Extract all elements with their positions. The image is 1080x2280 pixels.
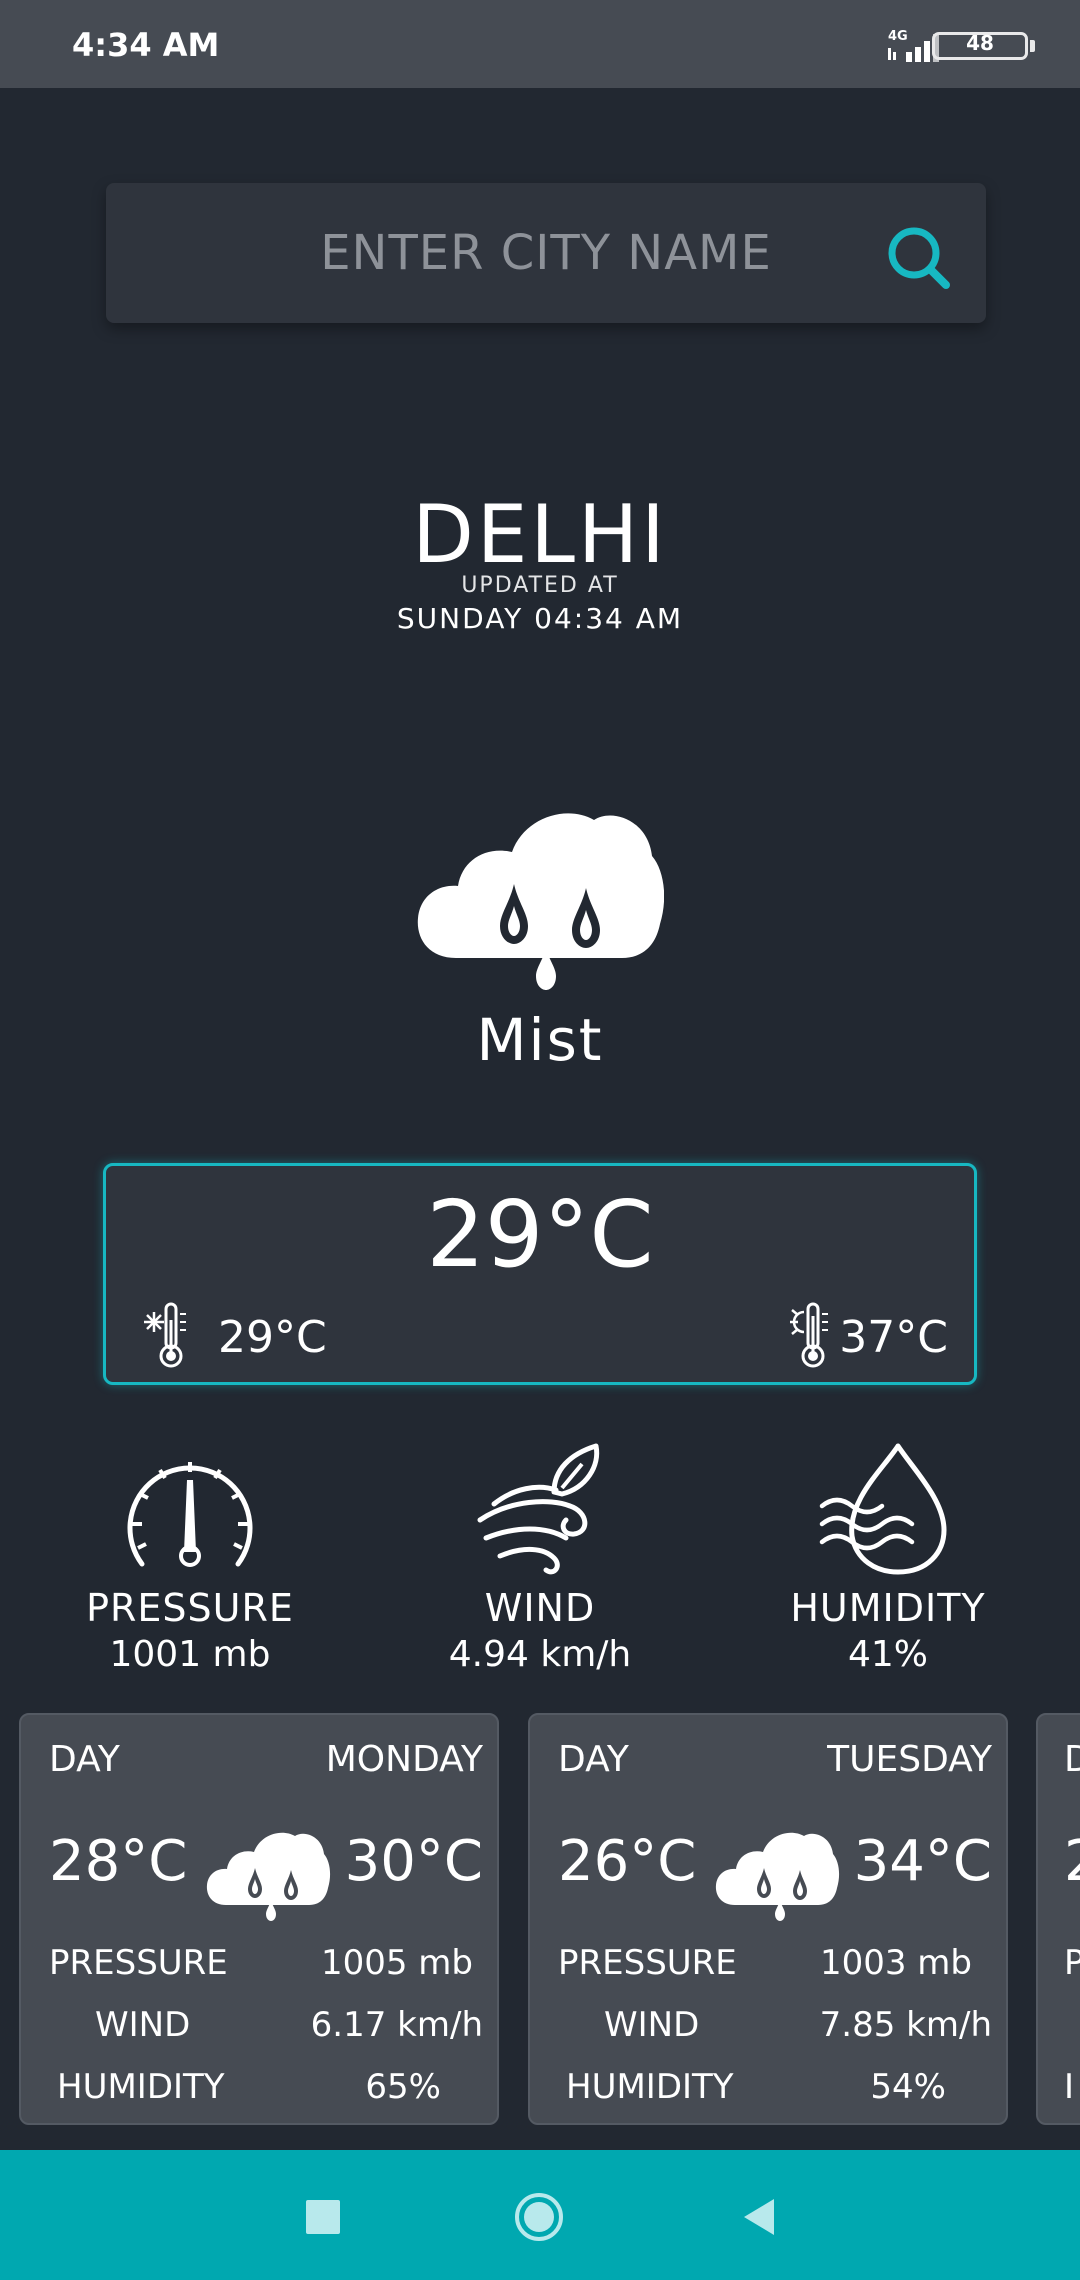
cloud-rain-icon xyxy=(206,1832,331,1921)
battery-level: 48 xyxy=(966,31,994,55)
humidity-label: HUMIDITY xyxy=(790,1586,986,1630)
cloud-rain-icon xyxy=(715,1832,840,1921)
forecast-max-temp: 30°C xyxy=(344,1829,483,1894)
navigation-bar xyxy=(0,2150,1080,2280)
home-icon[interactable] xyxy=(512,2190,566,2244)
min-temperature: 29°C xyxy=(218,1312,327,1363)
back-icon[interactable] xyxy=(734,2190,788,2244)
forecast-pressure-value: 1003 mb xyxy=(819,1943,972,1983)
forecast-day-label: DAY xyxy=(558,1739,629,1780)
city-search-input[interactable] xyxy=(106,183,986,323)
pressure-metric: PRESSURE 1001 mb xyxy=(60,1440,320,1675)
forecast-day-label: D xyxy=(1064,1739,1080,1780)
current-temperature: 29°C xyxy=(426,1181,654,1288)
updated-time: SUNDAY 04:34 AM xyxy=(396,602,684,635)
forecast-humidity-label: HUMIDITY xyxy=(566,2067,734,2107)
gauge-icon xyxy=(127,1462,253,1567)
forecast-humidity-label: I xyxy=(1064,2067,1075,2107)
humidity-icon xyxy=(819,1443,947,1575)
forecast-pressure-value: 1005 mb xyxy=(320,1943,473,1983)
battery-icon: 48 xyxy=(932,31,1036,60)
forecast-card-partial[interactable]: D 2 P I xyxy=(1036,1713,1080,2125)
forecast-list[interactable]: DAY MONDAY 28°C 30°C PRESSURE 1005 mb WI… xyxy=(0,1713,1080,2125)
forecast-pressure-label: P xyxy=(1064,1943,1080,1983)
forecast-wind-label: WIND xyxy=(604,2005,700,2045)
forecast-humidity-value: 54% xyxy=(870,2067,946,2107)
recent-apps-icon[interactable] xyxy=(296,2190,350,2244)
forecast-day-label: DAY xyxy=(49,1739,120,1780)
forecast-wind-label: WIND xyxy=(95,2005,191,2045)
forecast-humidity-label: HUMIDITY xyxy=(57,2067,225,2107)
forecast-min-temp: 2 xyxy=(1064,1829,1080,1894)
wind-value: 4.94 km/h xyxy=(448,1634,632,1675)
forecast-day-name: MONDAY xyxy=(325,1739,483,1780)
forecast-wind-value: 6.17 km/h xyxy=(310,2005,483,2045)
cloud-rain-icon xyxy=(417,813,664,990)
forecast-max-temp: 34°C xyxy=(853,1829,992,1894)
humidity-metric: HUMIDITY 41% xyxy=(758,1440,1018,1675)
pressure-label: PRESSURE xyxy=(86,1586,294,1630)
updated-label: UPDATED AT xyxy=(461,573,619,598)
status-bar: 4:34 AM 4G 48 xyxy=(0,0,1080,88)
status-time: 4:34 AM xyxy=(72,26,220,64)
pressure-value: 1001 mb xyxy=(109,1634,271,1675)
search-bar xyxy=(106,183,986,323)
thermometer-hot-icon xyxy=(790,1302,828,1368)
humidity-value: 41% xyxy=(847,1634,928,1675)
wind-icon xyxy=(477,1443,600,1575)
temperature-card: 29°C 29°C 37°C xyxy=(103,1163,977,1385)
forecast-min-temp: 28°C xyxy=(49,1829,188,1894)
max-temperature: 37°C xyxy=(839,1312,948,1363)
city-name: DELHI xyxy=(412,488,668,581)
forecast-day-name: TUESDAY xyxy=(827,1739,992,1780)
forecast-pressure-label: PRESSURE xyxy=(49,1943,228,1983)
network-type-label: 4G xyxy=(888,29,908,44)
forecast-humidity-value: 65% xyxy=(365,2067,441,2107)
wind-label: WIND xyxy=(484,1586,596,1630)
wind-metric: WIND 4.94 km/h xyxy=(410,1440,670,1675)
forecast-card-tuesday[interactable]: DAY TUESDAY 26°C 34°C PRESSURE 1003 mb W… xyxy=(528,1713,1008,2125)
forecast-wind-value: 7.85 km/h xyxy=(819,2005,992,2045)
search-icon[interactable] xyxy=(886,225,952,291)
forecast-card-monday[interactable]: DAY MONDAY 28°C 30°C PRESSURE 1005 mb WI… xyxy=(19,1713,499,2125)
forecast-min-temp: 26°C xyxy=(558,1829,697,1894)
forecast-pressure-label: PRESSURE xyxy=(558,1943,737,1983)
weather-condition: Mist xyxy=(476,1006,604,1074)
thermometer-cold-icon xyxy=(144,1302,186,1368)
